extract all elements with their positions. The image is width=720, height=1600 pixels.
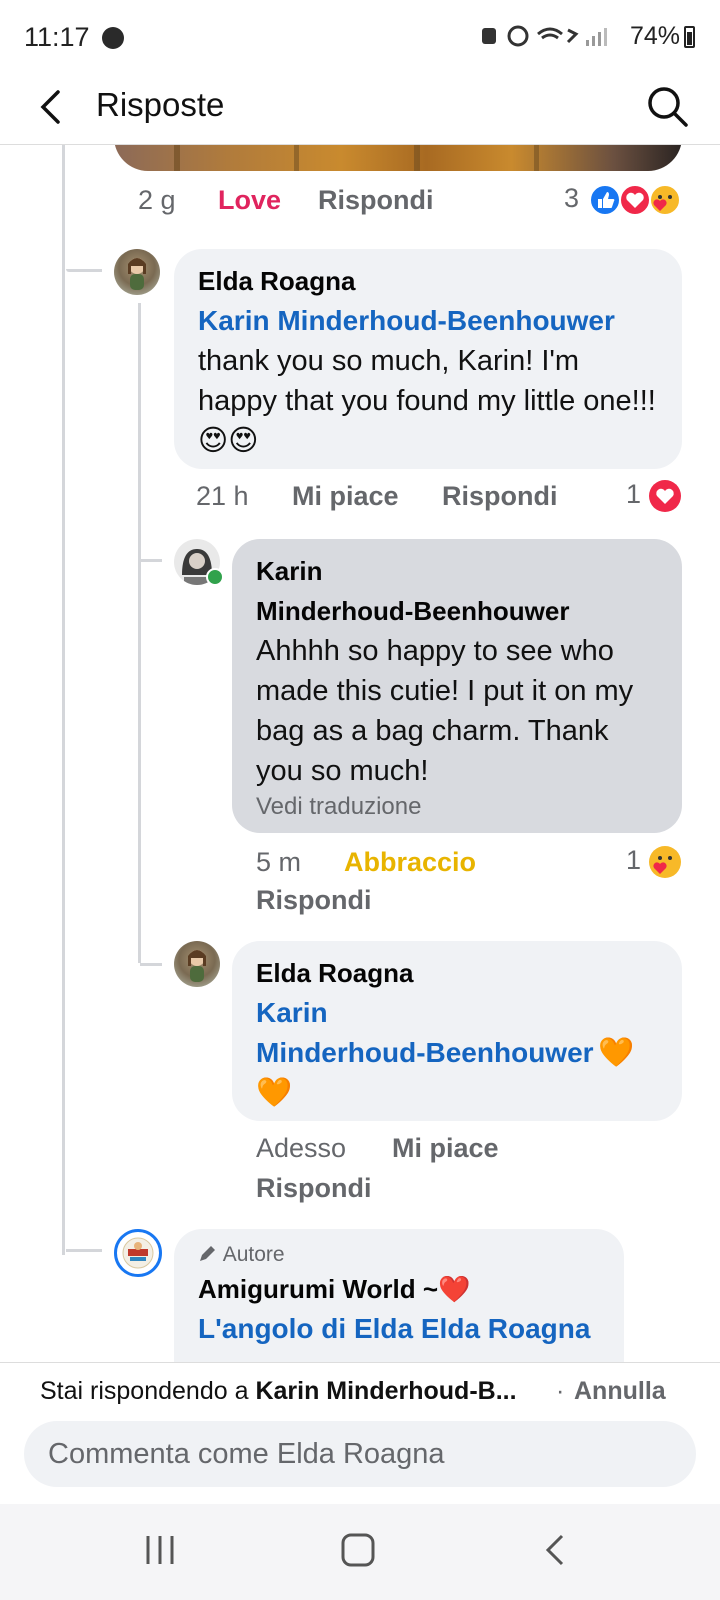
comment-time: 5 m [256, 847, 302, 877]
like-button[interactable]: Mi piace [392, 1133, 499, 1164]
search-icon [648, 87, 688, 127]
heart-emoji: 🧡 [256, 1077, 293, 1109]
like-button[interactable]: Mi piace [292, 481, 399, 512]
replying-to-name: Karin Minderhoud-B... [255, 1377, 517, 1405]
comment-time: Adesso [256, 1133, 347, 1163]
reaction-button[interactable]: Love [218, 185, 281, 216]
reaction-summary-icon [589, 184, 681, 216]
recents-button[interactable] [140, 1530, 180, 1570]
reaction-icons[interactable] [588, 183, 684, 222]
comment-author[interactable]: Karin [256, 551, 658, 591]
back-button[interactable] [28, 82, 78, 132]
battery-percent: 74% [630, 22, 681, 50]
thread-line-nested [138, 303, 141, 963]
page-logo-icon [122, 1237, 154, 1269]
system-back-button[interactable] [536, 1530, 576, 1570]
comment-time: 21 h [196, 481, 249, 511]
author-badge: Autore [198, 1241, 600, 1269]
status-bar: 11:17 74% [0, 0, 720, 72]
thread-connector [140, 559, 162, 562]
notification-icon [102, 27, 124, 49]
cancel-reply-button[interactable]: Annulla [574, 1377, 666, 1406]
comment-bubble[interactable]: Elda Roagna Karin Minderhoud-Beenhouwer … [232, 941, 682, 1121]
reaction-count[interactable]: 1 [626, 845, 641, 876]
comment-bubble[interactable]: Autore Amigurumi World ~❤️ L'angolo di E… [174, 1229, 624, 1362]
reaction-button[interactable]: Abbraccio [344, 847, 476, 878]
search-button[interactable] [645, 84, 691, 130]
comment-thread: 2 g Love Rispondi 3 Elda Roagna Karin Mi… [0, 145, 720, 1362]
pencil-icon [200, 1246, 215, 1261]
doll-avatar-icon [128, 258, 146, 290]
comment-author[interactable]: Elda Roagna [198, 261, 658, 301]
replying-prefix: Stai rispondendo a [40, 1377, 256, 1405]
doll-avatar-icon [188, 950, 206, 982]
comment-bubble-selected[interactable]: Karin Minderhoud-Beenhouwer Ahhhh so hap… [232, 539, 682, 833]
thread-line [62, 145, 65, 1255]
care-icon [649, 846, 681, 878]
comment-input[interactable] [24, 1421, 696, 1487]
love-icon [649, 480, 681, 512]
author-badge-label: Autore [222, 1243, 285, 1266]
system-nav-bar [0, 1504, 720, 1600]
thread-connector [140, 963, 162, 966]
comment-author-cont[interactable]: Minderhoud-Beenhouwer [256, 591, 658, 631]
chevron-left-icon [40, 90, 60, 124]
comment-text: Ahhhh so happy to see who made this cuti… [256, 635, 634, 787]
online-status-dot [206, 568, 224, 586]
avatar[interactable] [114, 249, 160, 295]
comment-mention[interactable]: Karin [256, 993, 658, 1033]
page-title: Risposte [96, 86, 225, 123]
reply-button[interactable]: Rispondi [442, 481, 558, 512]
recents-icon [146, 1536, 174, 1564]
comment-author[interactable]: Amigurumi World ~❤️ [198, 1269, 600, 1309]
care-reaction[interactable] [648, 845, 682, 884]
separator-dot: · [556, 1377, 565, 1405]
status-time: 11:17 [24, 22, 90, 52]
header: Risposte [0, 72, 720, 145]
battery-icon [684, 26, 695, 48]
replying-to-label: Stai rispondendo a Karin Minderhoud-B... [40, 1377, 517, 1406]
thread-connector [66, 269, 102, 272]
translate-link[interactable]: Vedi traduzione [256, 793, 658, 821]
status-icons [480, 22, 620, 56]
reply-button[interactable]: Rispondi [318, 185, 434, 216]
comment-body: Minderhoud-Beenhouwer 🧡 [256, 1033, 658, 1073]
comment-mention-cont[interactable]: Minderhoud-Beenhouwer [256, 1037, 594, 1068]
heart-emoji: 🧡 [598, 1037, 635, 1069]
reaction-count[interactable]: 1 [626, 479, 641, 510]
comment-mention[interactable]: L'angolo di Elda Elda Roagna [198, 1309, 600, 1349]
comment-time: 2 g [138, 185, 176, 215]
page-avatar[interactable] [114, 1229, 162, 1277]
love-reaction[interactable] [648, 479, 682, 518]
reply-button[interactable]: Rispondi [256, 1173, 372, 1204]
comment-text: thank you so much, Karin! I'm happy that… [198, 345, 656, 457]
thread-connector [66, 1249, 102, 1252]
back-icon [545, 1534, 564, 1566]
status-indicator-icons [482, 25, 607, 47]
reply-bar: Stai rispondendo a Karin Minderhoud-B...… [0, 1362, 720, 1487]
comment-bubble[interactable]: Elda Roagna Karin Minderhoud-Beenhouwer … [174, 249, 682, 469]
avatar[interactable] [174, 941, 220, 987]
comment-mention[interactable]: Karin Minderhoud-Beenhouwer [198, 301, 658, 341]
home-icon [341, 1533, 375, 1567]
reply-button[interactable]: Rispondi [256, 885, 372, 916]
reaction-count[interactable]: 3 [564, 183, 579, 214]
comment-image[interactable] [114, 145, 682, 171]
comment-author[interactable]: Elda Roagna [256, 953, 658, 993]
home-button[interactable] [338, 1530, 378, 1570]
